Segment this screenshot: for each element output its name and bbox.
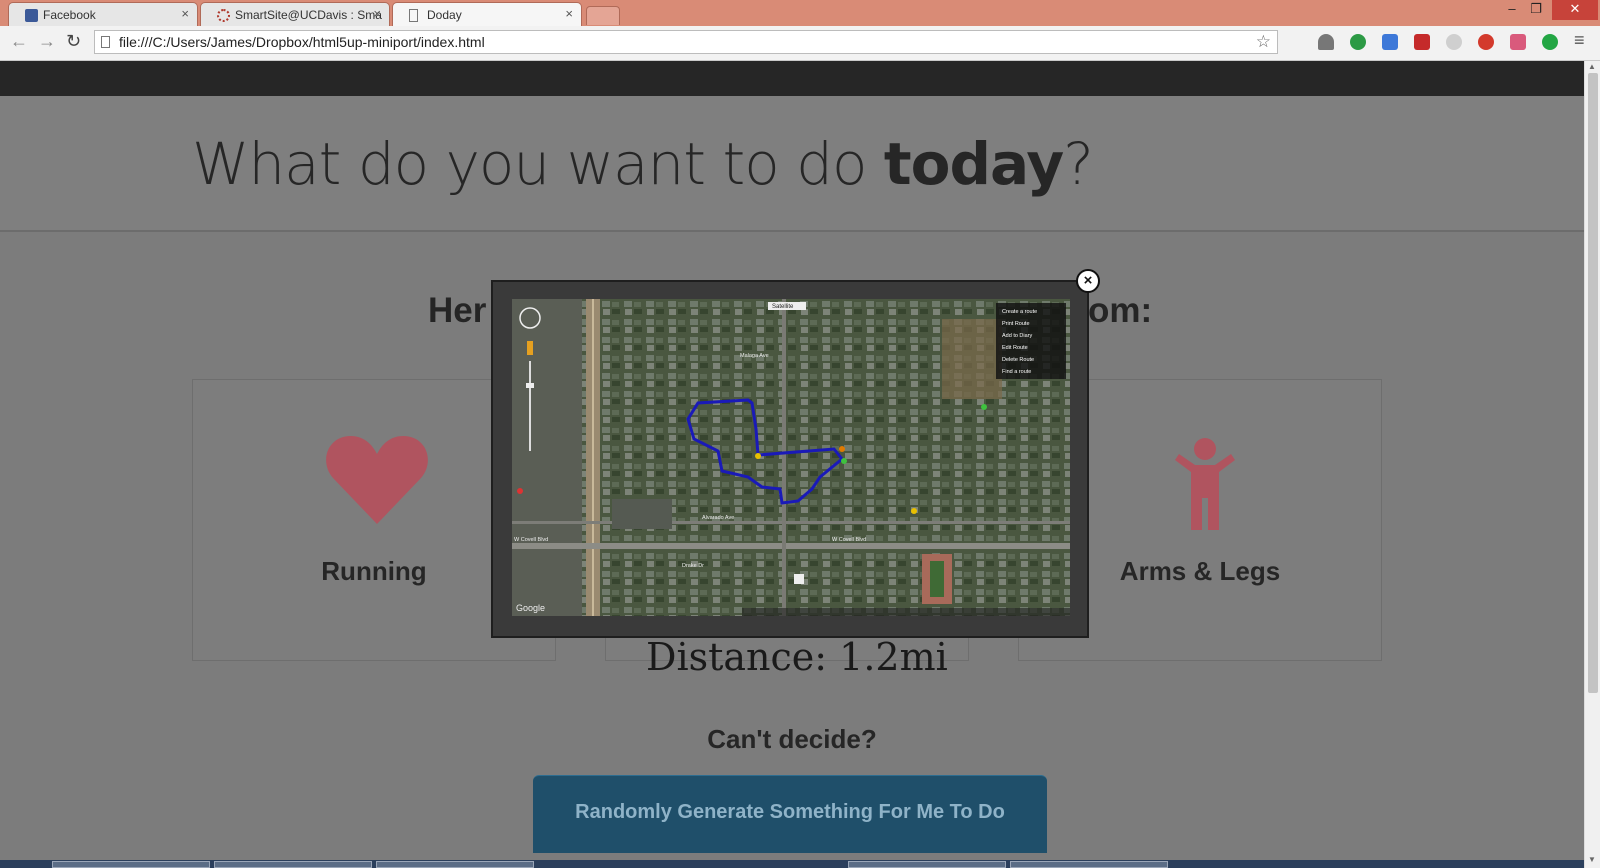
section-heading-left: Her (428, 291, 487, 330)
tab-strip: Facebook × SmartSite@UCDavis : Sma × Dod… (0, 0, 1600, 26)
green-dot-extension-icon[interactable] (1542, 34, 1558, 50)
tab-facebook[interactable]: Facebook × (8, 2, 198, 26)
street-label: W Covell Blvd (832, 537, 866, 543)
scroll-up-arrow-icon[interactable]: ▲ (1588, 62, 1596, 71)
tab-doday[interactable]: Doday × (392, 2, 582, 26)
page-title: What do you want to do today? (192, 130, 1094, 198)
cant-decide-heading: Can't decide? (707, 724, 877, 754)
map-menu-item: Add to Diary (1002, 333, 1033, 339)
taskbar-item[interactable] (214, 861, 372, 868)
tab-title: Facebook (43, 8, 96, 22)
close-icon[interactable]: × (565, 6, 573, 21)
site-nav-bar (0, 61, 1584, 96)
distance-readout: Distance: 1.2mi (646, 635, 948, 679)
title-suffix: ? (1063, 130, 1094, 198)
taskbar-item[interactable] (1010, 861, 1168, 868)
map-menu-item: Create a route (1002, 309, 1037, 315)
reload-icon[interactable]: ↻ (66, 31, 81, 52)
hero-section: What do you want to do today? (0, 96, 1584, 232)
minimize-button[interactable]: – (1500, 0, 1524, 20)
menu-icon[interactable]: ≡ (1574, 30, 1585, 51)
taskbar-item[interactable] (848, 861, 1006, 868)
facebook-icon (25, 9, 38, 22)
tab-smartsite[interactable]: SmartSite@UCDavis : Sma × (200, 2, 390, 26)
random-generate-button[interactable]: Randomly Generate Something For Me To Do (533, 775, 1047, 853)
back-arrow-icon[interactable]: ← (10, 31, 28, 52)
map-menu-item: Delete Route (1002, 357, 1034, 363)
address-bar[interactable]: file:///C:/Users/James/Dropbox/html5up-m… (94, 30, 1278, 54)
forward-arrow-icon[interactable]: → (38, 31, 56, 52)
person-icon (1175, 438, 1235, 530)
google-logo: Google (516, 603, 545, 613)
taskbar-item[interactable] (376, 861, 534, 868)
scroll-down-arrow-icon[interactable]: ▼ (1588, 855, 1596, 864)
heart-icon (326, 436, 428, 524)
route-map[interactable]: Satellite Create a route Print Route Add… (512, 299, 1070, 616)
page-icon (101, 36, 110, 48)
red-bookmark-extension-icon[interactable] (1414, 34, 1430, 50)
street-label: Drake Dr (682, 563, 704, 569)
url-text: file:///C:/Users/James/Dropbox/html5up-m… (119, 34, 485, 50)
vertical-scrollbar[interactable]: ▲ ▼ (1584, 61, 1600, 868)
pegman-icon[interactable] (527, 341, 533, 355)
restore-button[interactable]: ❐ (1524, 0, 1548, 20)
green-d-extension-icon[interactable] (1350, 34, 1366, 50)
satellite-map: Satellite Create a route Print Route Add… (512, 299, 1070, 616)
tab-title: Doday (427, 8, 462, 22)
page-icon (409, 9, 418, 22)
rocket-extension-icon[interactable] (1510, 34, 1526, 50)
map-menu-item: Edit Route (1002, 345, 1028, 351)
street-label: Malaga Ave (740, 353, 769, 359)
translate-icon[interactable] (1382, 34, 1398, 50)
bookmark-star-icon[interactable]: ☆ (1256, 32, 1271, 52)
close-lightbox-icon[interactable]: × (1076, 269, 1100, 293)
street-label: Alvarado Ave (702, 515, 734, 521)
browser-toolbar: ← → ↻ file:///C:/Users/James/Dropbox/htm… (0, 26, 1600, 61)
zoom-slider-handle[interactable] (526, 383, 534, 388)
ghost-extension-icon[interactable] (1318, 34, 1334, 50)
section-heading-right: om: (1088, 291, 1153, 330)
new-tab-button[interactable] (586, 6, 620, 25)
map-menu-item: Print Route (1002, 321, 1030, 327)
map-menu-item: Find a route (1002, 369, 1031, 375)
title-bold: today (883, 130, 1064, 198)
map-type-label: Satellite (772, 304, 794, 310)
loading-spinner-icon (217, 9, 230, 22)
close-icon[interactable]: × (181, 6, 189, 21)
street-label: W Covell Blvd (514, 537, 548, 543)
window-close-button[interactable]: ✕ (1552, 0, 1598, 20)
taskbar-item[interactable] (52, 861, 210, 868)
close-icon[interactable]: × (373, 6, 381, 21)
title-prefix: What do you want to do (192, 130, 884, 198)
scroll-thumb[interactable] (1588, 73, 1598, 693)
zoom-slider[interactable] (529, 361, 531, 451)
map-lightbox: Satellite Create a route Print Route Add… (491, 280, 1089, 638)
tab-title: SmartSite@UCDavis : Sma (235, 8, 382, 22)
search-extension-icon[interactable] (1446, 34, 1462, 50)
adblock-icon[interactable] (1478, 34, 1494, 50)
